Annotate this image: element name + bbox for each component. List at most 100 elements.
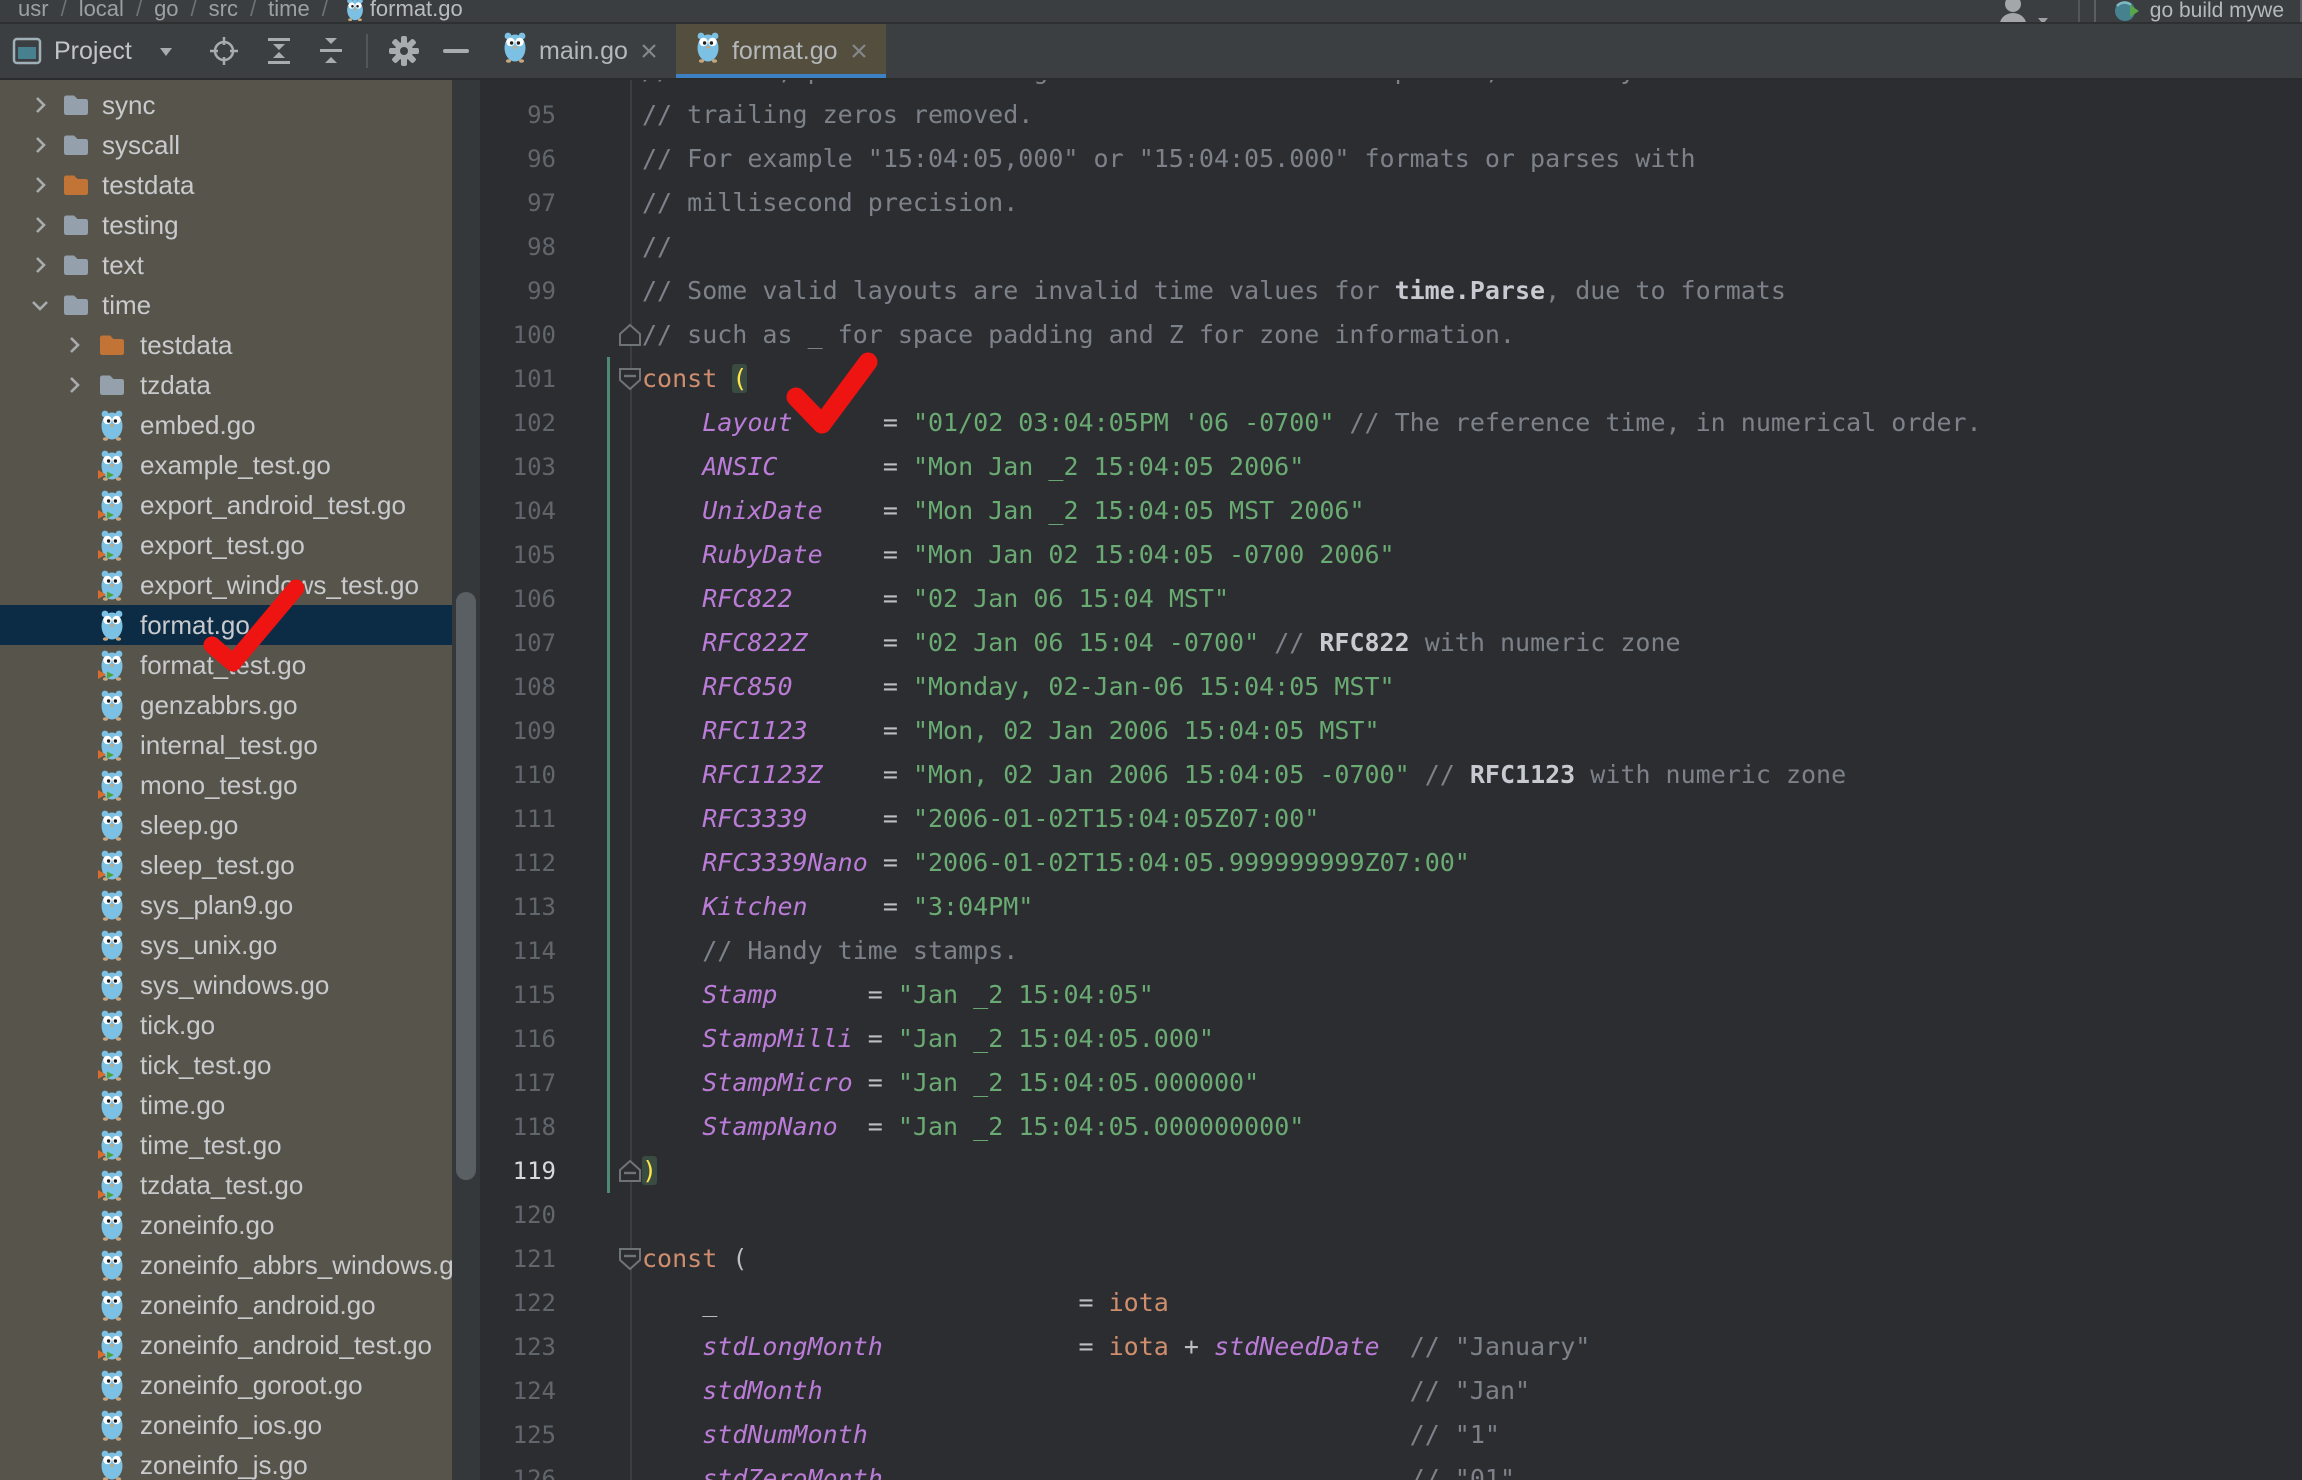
code-line-107[interactable]: 107 RFC822Z = "02 Jan 06 15:04 -0700" //… xyxy=(480,621,2302,665)
tree-item-internal_test-go[interactable]: internal_test.go xyxy=(0,725,452,765)
fold-start-icon[interactable] xyxy=(617,1246,643,1277)
code-line-102[interactable]: 102 Layout = "01/02 03:04:05PM '06 -0700… xyxy=(480,401,2302,445)
code-line-124[interactable]: 124 stdMonth // "Jan" xyxy=(480,1369,2302,1413)
code-line-98[interactable]: 98// xyxy=(480,225,2302,269)
tree-scrollbar[interactable] xyxy=(456,592,476,1180)
chevron-right-icon[interactable] xyxy=(28,253,52,277)
code-line-118[interactable]: 118 StampNano = "Jan _2 15:04:05.0000000… xyxy=(480,1105,2302,1149)
hide-panel-icon[interactable] xyxy=(442,48,470,54)
code-line-101[interactable]: 101const ( xyxy=(480,357,2302,401)
code-line-105[interactable]: 105 RubyDate = "Mon Jan 02 15:04:05 -070… xyxy=(480,533,2302,577)
code-editor[interactable]: 94// second, printed to the given number… xyxy=(480,80,2302,1480)
tree-item-sys_plan9-go[interactable]: sys_plan9.go xyxy=(0,885,452,925)
breadcrumb-item[interactable]: local xyxy=(79,0,124,22)
fold-end-plain-icon[interactable] xyxy=(617,322,643,353)
tree-item-tick_test-go[interactable]: tick_test.go xyxy=(0,1045,452,1085)
panel-title[interactable]: Project xyxy=(54,37,132,66)
code-line-125[interactable]: 125 stdNumMonth // "1" xyxy=(480,1413,2302,1457)
code-line-94[interactable]: 94// second, printed to the given number… xyxy=(480,80,2302,93)
code-line-119[interactable]: 119) xyxy=(480,1149,2302,1193)
tree-item-testing[interactable]: testing xyxy=(0,205,452,245)
code-line-126[interactable]: 126 stdZeroMonth // "01" xyxy=(480,1457,2302,1480)
expand-all-icon[interactable] xyxy=(264,36,294,66)
breadcrumb-item[interactable]: usr xyxy=(18,0,49,22)
chevron-right-icon[interactable] xyxy=(62,373,86,397)
tree-item-embed-go[interactable]: embed.go xyxy=(0,405,452,445)
code-line-122[interactable]: 122 _ = iota xyxy=(480,1281,2302,1325)
code-line-110[interactable]: 110 RFC1123Z = "Mon, 02 Jan 2006 15:04:0… xyxy=(480,753,2302,797)
tree-item-zoneinfo_goroot-go[interactable]: zoneinfo_goroot.go xyxy=(0,1365,452,1405)
tree-item-export_android_test-go[interactable]: export_android_test.go xyxy=(0,485,452,525)
code-line-100[interactable]: 100// such as _ for space padding and Z … xyxy=(480,313,2302,357)
code-line-115[interactable]: 115 Stamp = "Jan _2 15:04:05" xyxy=(480,973,2302,1017)
chevron-right-icon[interactable] xyxy=(62,333,86,357)
run-configuration-chip[interactable]: go build mywe xyxy=(2094,0,2302,24)
breadcrumb-file[interactable]: format.go xyxy=(370,0,463,22)
tree-item-genzabbrs-go[interactable]: genzabbrs.go xyxy=(0,685,452,725)
tree-item-example_test-go[interactable]: example_test.go xyxy=(0,445,452,485)
close-icon[interactable] xyxy=(640,42,658,60)
tree-item-format-go[interactable]: format.go xyxy=(0,605,452,645)
chevron-right-icon[interactable] xyxy=(28,173,52,197)
breadcrumb-item[interactable]: time xyxy=(268,0,310,22)
code-line-99[interactable]: 99// Some valid layouts are invalid time… xyxy=(480,269,2302,313)
code-line-103[interactable]: 103 ANSIC = "Mon Jan _2 15:04:05 2006" xyxy=(480,445,2302,489)
tree-item-time_test-go[interactable]: time_test.go xyxy=(0,1125,452,1165)
tree-item-zoneinfo_abbrs_windows-go[interactable]: zoneinfo_abbrs_windows.go xyxy=(0,1245,452,1285)
code-line-114[interactable]: 114 // Handy time stamps. xyxy=(480,929,2302,973)
tree-item-export_windows_test-go[interactable]: export_windows_test.go xyxy=(0,565,452,605)
tree-item-time[interactable]: time xyxy=(0,285,452,325)
code-line-111[interactable]: 111 RFC3339 = "2006-01-02T15:04:05Z07:00… xyxy=(480,797,2302,841)
code-line-116[interactable]: 116 StampMilli = "Jan _2 15:04:05.000" xyxy=(480,1017,2302,1061)
locate-icon[interactable] xyxy=(208,35,240,67)
settings-gear-icon[interactable] xyxy=(388,35,420,67)
code-line-97[interactable]: 97// millisecond precision. xyxy=(480,181,2302,225)
tool-window-icon[interactable] xyxy=(12,36,42,66)
tree-item-tzdata[interactable]: tzdata xyxy=(0,365,452,405)
tree-item-zoneinfo_js-go[interactable]: zoneinfo_js.go xyxy=(0,1445,452,1480)
code-line-108[interactable]: 108 RFC850 = "Monday, 02-Jan-06 15:04:05… xyxy=(480,665,2302,709)
tree-item-zoneinfo-go[interactable]: zoneinfo.go xyxy=(0,1205,452,1245)
tree-item-sleep-go[interactable]: sleep.go xyxy=(0,805,452,845)
chevron-right-icon[interactable] xyxy=(28,93,52,117)
tree-item-mono_test-go[interactable]: mono_test.go xyxy=(0,765,452,805)
code-line-120[interactable]: 120 xyxy=(480,1193,2302,1237)
chevron-down-icon[interactable] xyxy=(28,293,52,317)
tree-item-time-go[interactable]: time.go xyxy=(0,1085,452,1125)
chevron-right-icon[interactable] xyxy=(28,133,52,157)
tab-format-go[interactable]: format.go xyxy=(676,24,886,78)
code-line-104[interactable]: 104 UnixDate = "Mon Jan _2 15:04:05 MST … xyxy=(480,489,2302,533)
tree-item-text[interactable]: text xyxy=(0,245,452,285)
code-line-121[interactable]: 121const ( xyxy=(480,1237,2302,1281)
tree-item-tzdata_test-go[interactable]: tzdata_test.go xyxy=(0,1165,452,1205)
tree-item-sync[interactable]: sync xyxy=(0,85,452,125)
tree-item-format_test-go[interactable]: format_test.go xyxy=(0,645,452,685)
code-line-106[interactable]: 106 RFC822 = "02 Jan 06 15:04 MST" xyxy=(480,577,2302,621)
tree-item-tick-go[interactable]: tick.go xyxy=(0,1005,452,1045)
tree-item-testdata[interactable]: testdata xyxy=(0,165,452,205)
fold-end-minus-icon[interactable] xyxy=(617,1158,643,1189)
code-line-112[interactable]: 112 RFC3339Nano = "2006-01-02T15:04:05.9… xyxy=(480,841,2302,885)
tree-item-syscall[interactable]: syscall xyxy=(0,125,452,165)
tree-item-sys_windows-go[interactable]: sys_windows.go xyxy=(0,965,452,1005)
close-icon[interactable] xyxy=(850,42,868,60)
tree-item-sleep_test-go[interactable]: sleep_test.go xyxy=(0,845,452,885)
code-line-95[interactable]: 95// trailing zeros removed. xyxy=(480,93,2302,137)
tab-main-go[interactable]: main.go xyxy=(483,24,676,78)
tree-item-zoneinfo_android_test-go[interactable]: zoneinfo_android_test.go xyxy=(0,1325,452,1365)
fold-start-icon[interactable] xyxy=(617,366,643,397)
tree-item-sys_unix-go[interactable]: sys_unix.go xyxy=(0,925,452,965)
breadcrumb-item[interactable]: go xyxy=(154,0,178,22)
tree-item-export_test-go[interactable]: export_test.go xyxy=(0,525,452,565)
tree-item-zoneinfo_ios-go[interactable]: zoneinfo_ios.go xyxy=(0,1405,452,1445)
code-line-109[interactable]: 109 RFC1123 = "Mon, 02 Jan 2006 15:04:05… xyxy=(480,709,2302,753)
user-menu[interactable] xyxy=(1998,0,2050,24)
chevron-right-icon[interactable] xyxy=(28,213,52,237)
tree-item-zoneinfo_android-go[interactable]: zoneinfo_android.go xyxy=(0,1285,452,1325)
collapse-all-icon[interactable] xyxy=(316,36,346,66)
code-line-117[interactable]: 117 StampMicro = "Jan _2 15:04:05.000000… xyxy=(480,1061,2302,1105)
code-line-123[interactable]: 123 stdLongMonth = iota + stdNeedDate //… xyxy=(480,1325,2302,1369)
code-line-113[interactable]: 113 Kitchen = "3:04PM" xyxy=(480,885,2302,929)
code-line-96[interactable]: 96// For example "15:04:05,000" or "15:0… xyxy=(480,137,2302,181)
tree-item-testdata[interactable]: testdata xyxy=(0,325,452,365)
